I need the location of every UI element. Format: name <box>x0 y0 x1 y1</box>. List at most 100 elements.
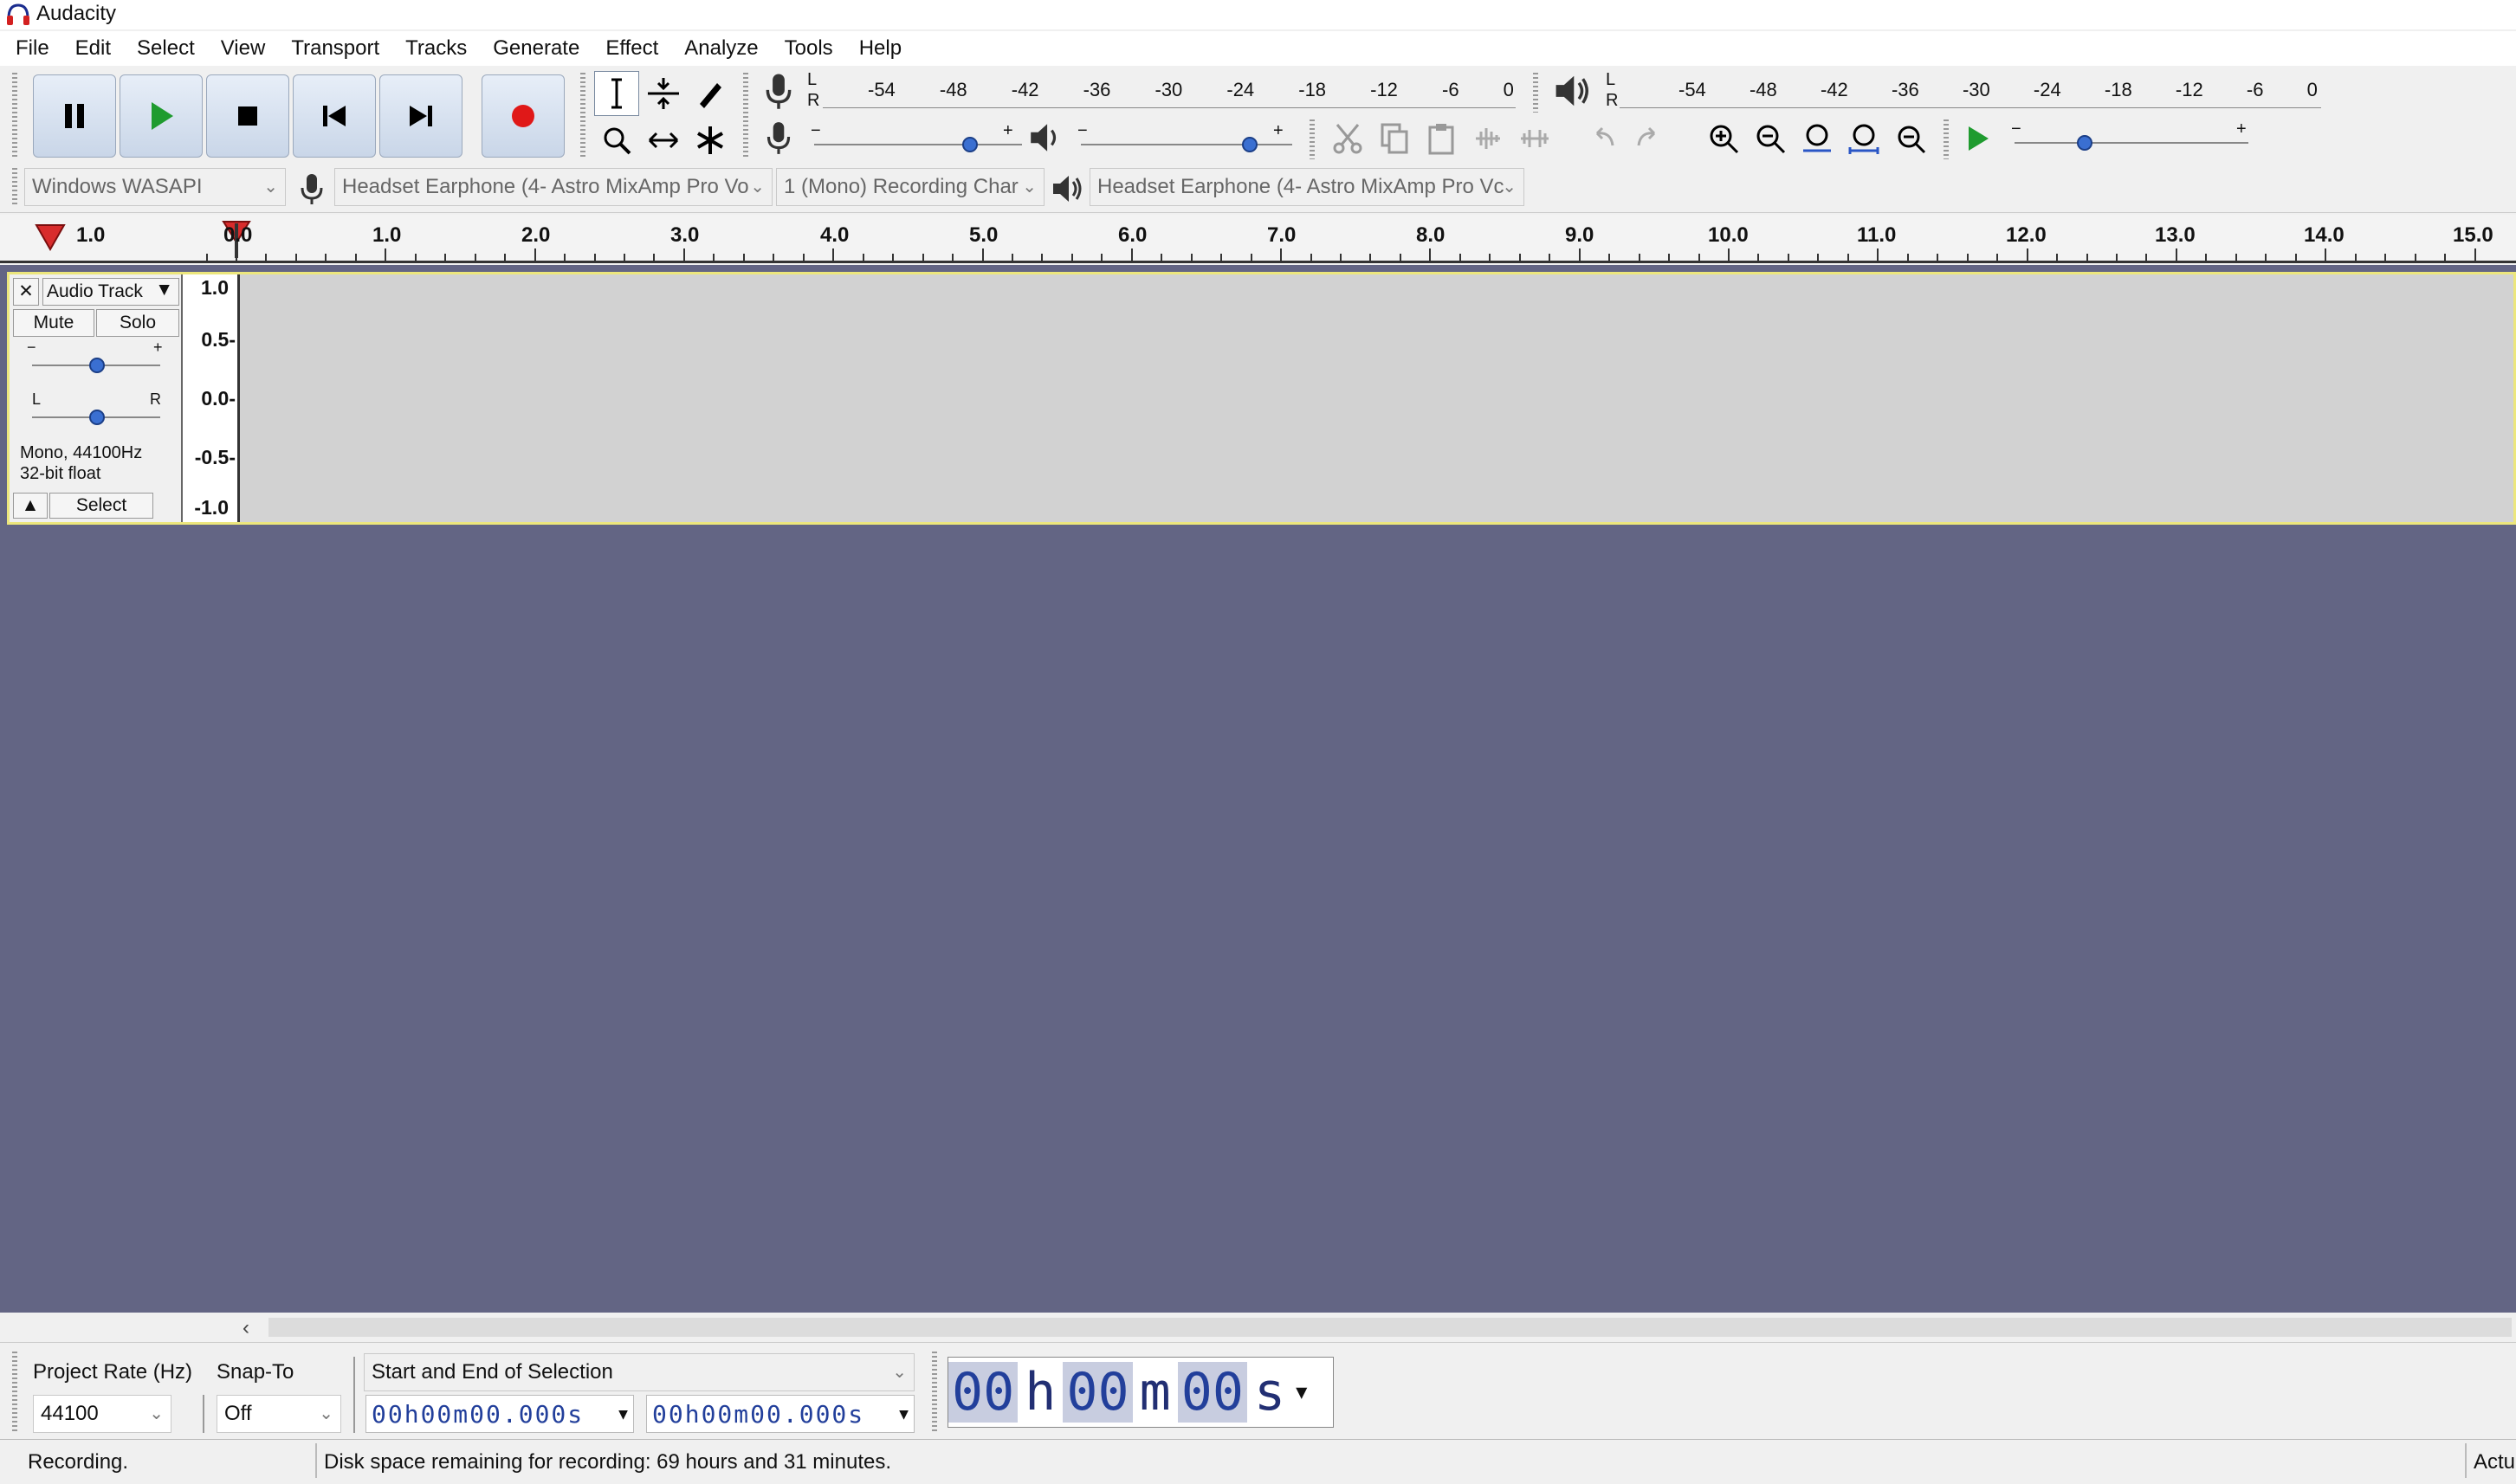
fit-project-button[interactable] <box>1841 116 1886 161</box>
paste-button[interactable] <box>1419 116 1464 161</box>
menu-edit[interactable]: Edit <box>75 36 111 61</box>
toolbar-grip[interactable] <box>580 73 585 159</box>
time-shift-tool[interactable] <box>641 118 686 163</box>
pause-button[interactable] <box>33 74 116 158</box>
play-head-icon[interactable] <box>35 223 66 251</box>
toolbar-grip[interactable] <box>1944 119 1949 159</box>
silence-button[interactable] <box>1512 116 1557 161</box>
ruler-tick <box>325 254 327 261</box>
meter-tick: -48 <box>939 79 967 100</box>
ruler-label: 6.0 <box>1118 223 1148 247</box>
selection-end-time[interactable]: 00h00m00.000s ▼ <box>646 1395 915 1433</box>
recording-device-select[interactable]: Headset Earphone (4- Astro MixAmp Pro Vo… <box>334 168 773 206</box>
speed-min: − <box>2011 119 2021 139</box>
recording-channels-select[interactable]: 1 (Mono) Recording Char ⌄ <box>776 168 1045 206</box>
ruler-tick <box>2205 254 2208 261</box>
audio-position-display[interactable]: 00 h 00 m 00 s ▼ <box>948 1357 1334 1428</box>
track-area[interactable]: ✕ Audio Track ▼ Mute Solo − + L R Mono, … <box>0 265 2516 1313</box>
paste-icon <box>1428 124 1454 155</box>
menu-help[interactable]: Help <box>859 36 902 61</box>
menu-tools[interactable]: Tools <box>785 36 833 61</box>
close-track-button[interactable]: ✕ <box>13 278 39 306</box>
toolbar-grip[interactable] <box>743 73 748 159</box>
collapse-track-button[interactable]: ▲ <box>13 493 48 519</box>
gain-slider[interactable] <box>89 358 105 373</box>
menu-transport[interactable]: Transport <box>291 36 379 61</box>
mute-button[interactable]: Mute <box>13 309 94 337</box>
skip-to-start-button[interactable] <box>293 74 376 158</box>
menu-view[interactable]: View <box>221 36 266 61</box>
scroll-left-icon[interactable]: ‹ <box>243 1316 249 1340</box>
menu-tracks[interactable]: Tracks <box>405 36 467 61</box>
skip-to-end-button[interactable] <box>379 74 462 158</box>
asterisk-icon <box>697 126 723 154</box>
toolbar-grip[interactable] <box>12 1352 17 1431</box>
menu-analyze[interactable]: Analyze <box>684 36 758 61</box>
ruler-tick <box>2056 254 2059 261</box>
window-title: Audacity <box>36 2 117 25</box>
snap-to-select[interactable]: Off ⌄ <box>217 1395 341 1433</box>
microphone-icon[interactable] <box>759 71 799 111</box>
horizontal-scrollbar[interactable]: ‹ <box>0 1313 2516 1342</box>
play-at-speed-button[interactable] <box>1956 116 2001 161</box>
record-meter-scale[interactable]: -54 -48 -42 -36 -30 -24 -18 -12 -6 0 <box>868 73 1514 107</box>
audio-track[interactable]: ✕ Audio Track ▼ Mute Solo − + L R Mono, … <box>7 272 2516 525</box>
selection-mode-select[interactable]: Start and End of Selection ⌄ <box>364 1353 915 1391</box>
track-menu-button[interactable]: Audio Track ▼ <box>42 278 179 306</box>
project-rate-select[interactable]: 44100 ⌄ <box>33 1395 171 1433</box>
audio-host-select[interactable]: Windows WASAPI ⌄ <box>24 168 286 206</box>
fit-selection-button[interactable] <box>1795 116 1840 161</box>
playback-device-select[interactable]: Headset Earphone (4- Astro MixAmp Pro Vc… <box>1090 168 1524 206</box>
playback-volume-track[interactable] <box>1081 144 1292 145</box>
vscale-label: -1.0 <box>194 496 229 519</box>
play-speed-track[interactable] <box>2015 142 2248 144</box>
record-volume-track[interactable] <box>814 144 1022 145</box>
zoom-in-button[interactable] <box>1701 116 1746 161</box>
selection-start-time[interactable]: 00h00m00.000s ▼ <box>365 1395 634 1433</box>
pan-slider[interactable] <box>89 410 105 425</box>
zoom-out-button[interactable] <box>1748 116 1793 161</box>
timeline-ruler[interactable]: 1.0 0.0 1.0 2.0 3.0 4.0 5.0 6.0 7.0 8.0 … <box>0 215 2516 263</box>
trim-button[interactable] <box>1465 116 1510 161</box>
ruler-tick <box>1130 248 1133 261</box>
speaker-icon[interactable] <box>1552 71 1592 111</box>
menu-effect[interactable]: Effect <box>605 36 658 61</box>
stop-button[interactable] <box>206 74 289 158</box>
draw-tool[interactable] <box>688 71 733 116</box>
scroll-track[interactable] <box>268 1318 2512 1337</box>
vertical-scale[interactable]: 1.0 0.5- 0.0- -0.5- -1.0 <box>183 274 240 522</box>
cut-button[interactable] <box>1325 116 1370 161</box>
menu-generate[interactable]: Generate <box>493 36 579 61</box>
toolbar-grip[interactable] <box>12 73 17 159</box>
envelope-tool[interactable] <box>641 71 686 116</box>
multi-tool[interactable] <box>688 118 733 163</box>
ruler-label: 10.0 <box>1708 223 1749 247</box>
menu-file[interactable]: File <box>16 36 49 61</box>
waveform-area[interactable] <box>243 274 2513 522</box>
toolbar-grip[interactable] <box>1310 119 1315 159</box>
toolbar-grip[interactable] <box>12 168 17 206</box>
solo-button[interactable]: Solo <box>96 309 179 337</box>
selection-tool[interactable] <box>594 71 639 116</box>
record-volume-slider[interactable] <box>962 137 978 152</box>
ruler-tick <box>2175 248 2177 261</box>
meter-tick: -18 <box>1298 79 1327 100</box>
menu-select[interactable]: Select <box>137 36 195 61</box>
toolbar-grip[interactable] <box>932 1352 937 1431</box>
record-button[interactable] <box>482 74 565 158</box>
audio-host-value: Windows WASAPI <box>32 175 203 198</box>
copy-button[interactable] <box>1372 116 1417 161</box>
zoom-toggle-button[interactable] <box>1888 116 1933 161</box>
zoom-tool[interactable] <box>594 118 639 163</box>
play-speed-slider[interactable] <box>2077 135 2092 151</box>
toolbar-grip[interactable] <box>1533 73 1538 113</box>
playback-volume-slider[interactable] <box>1242 137 1258 152</box>
play-button[interactable] <box>120 74 203 158</box>
select-track-button[interactable]: Select <box>49 493 153 519</box>
playback-meter-scale[interactable]: -54 -48 -42 -36 -30 -24 -18 -12 -6 0 <box>1678 73 2318 107</box>
triangle-down-icon[interactable]: ▼ <box>1292 1382 1310 1403</box>
undo-button[interactable] <box>1580 116 1625 161</box>
redo-button[interactable] <box>1627 116 1672 161</box>
meter-tick: 0 <box>1503 79 1514 100</box>
playback-device-value: Headset Earphone (4- Astro MixAmp Pro Vc <box>1097 175 1504 198</box>
